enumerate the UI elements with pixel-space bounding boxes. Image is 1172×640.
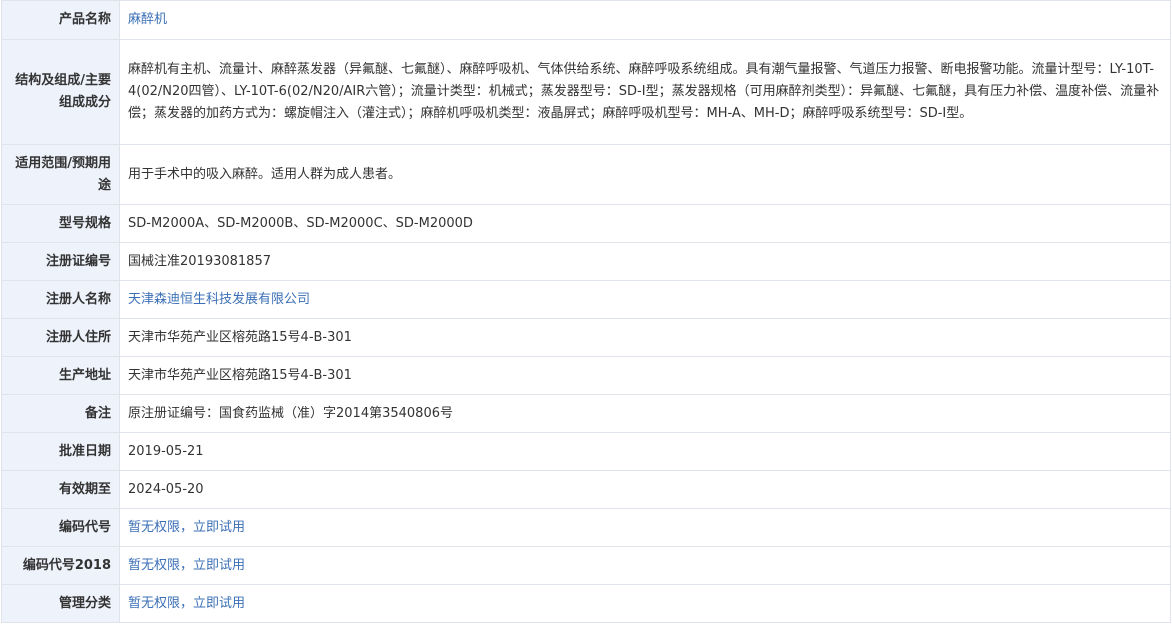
label-structure: 结构及组成/主要组成成分	[1, 39, 120, 145]
value-registrant-address: 天津市华苑产业区榕苑路15号4-B-301	[119, 318, 1171, 357]
row-approval-date: 批准日期 2019-05-21	[1, 432, 1171, 471]
value-code-cell: 暂无权限，立即试用	[119, 508, 1171, 547]
row-product-name: 产品名称 麻醉机	[1, 0, 1171, 40]
label-classification: 管理分类	[1, 584, 120, 623]
label-product-name: 产品名称	[1, 0, 120, 40]
row-registrant: 注册人名称 天津森迪恒生科技发展有限公司	[1, 280, 1171, 319]
label-scope: 适用范围/预期用途	[1, 144, 120, 205]
row-reg-number: 注册证编号 国械注准20193081857	[1, 242, 1171, 281]
row-remarks: 备注 原注册证编号：国食药监械（准）字2014第3540806号	[1, 394, 1171, 433]
value-approval-date: 2019-05-21	[119, 432, 1171, 471]
row-production-address: 生产地址 天津市华苑产业区榕苑路15号4-B-301	[1, 356, 1171, 395]
label-production-address: 生产地址	[1, 356, 120, 395]
value-code-2018-cell: 暂无权限，立即试用	[119, 546, 1171, 585]
value-classification-cell: 暂无权限，立即试用	[119, 584, 1171, 623]
row-scope: 适用范围/预期用途 用于手术中的吸入麻醉。适用人群为成人患者。	[1, 144, 1171, 205]
product-name-link[interactable]: 麻醉机	[128, 12, 167, 27]
value-scope: 用于手术中的吸入麻醉。适用人群为成人患者。	[119, 144, 1171, 205]
row-classification: 管理分类 暂无权限，立即试用	[1, 584, 1171, 623]
label-remarks: 备注	[1, 394, 120, 433]
label-code: 编码代号	[1, 508, 120, 547]
classification-trial-link[interactable]: 暂无权限，立即试用	[128, 596, 245, 611]
value-remarks: 原注册证编号：国食药监械（准）字2014第3540806号	[119, 394, 1171, 433]
row-registrant-address: 注册人住所 天津市华苑产业区榕苑路15号4-B-301	[1, 318, 1171, 357]
value-reg-number: 国械注准20193081857	[119, 242, 1171, 281]
value-valid-until: 2024-05-20	[119, 470, 1171, 509]
label-code-2018: 编码代号2018	[1, 546, 120, 585]
registrant-link[interactable]: 天津森迪恒生科技发展有限公司	[128, 292, 310, 307]
value-structure: 麻醉机有主机、流量计、麻醉蒸发器（异氟醚、七氟醚）、麻醉呼吸机、气体供给系统、麻…	[119, 39, 1171, 145]
label-valid-until: 有效期至	[1, 470, 120, 509]
value-production-address: 天津市华苑产业区榕苑路15号4-B-301	[119, 356, 1171, 395]
value-model: SD-M2000A、SD-M2000B、SD-M2000C、SD-M2000D	[119, 204, 1171, 243]
row-model: 型号规格 SD-M2000A、SD-M2000B、SD-M2000C、SD-M2…	[1, 204, 1171, 243]
row-code-2018: 编码代号2018 暂无权限，立即试用	[1, 546, 1171, 585]
label-registrant: 注册人名称	[1, 280, 120, 319]
product-detail-table: 产品名称 麻醉机 结构及组成/主要组成成分 麻醉机有主机、流量计、麻醉蒸发器（异…	[1, 0, 1171, 623]
code-trial-link[interactable]: 暂无权限，立即试用	[128, 520, 245, 535]
label-approval-date: 批准日期	[1, 432, 120, 471]
row-valid-until: 有效期至 2024-05-20	[1, 470, 1171, 509]
label-model: 型号规格	[1, 204, 120, 243]
label-reg-number: 注册证编号	[1, 242, 120, 281]
value-registrant-cell: 天津森迪恒生科技发展有限公司	[119, 280, 1171, 319]
label-registrant-address: 注册人住所	[1, 318, 120, 357]
value-product-name-cell: 麻醉机	[119, 0, 1171, 40]
row-structure: 结构及组成/主要组成成分 麻醉机有主机、流量计、麻醉蒸发器（异氟醚、七氟醚）、麻…	[1, 39, 1171, 145]
row-code: 编码代号 暂无权限，立即试用	[1, 508, 1171, 547]
code-2018-trial-link[interactable]: 暂无权限，立即试用	[128, 558, 245, 573]
